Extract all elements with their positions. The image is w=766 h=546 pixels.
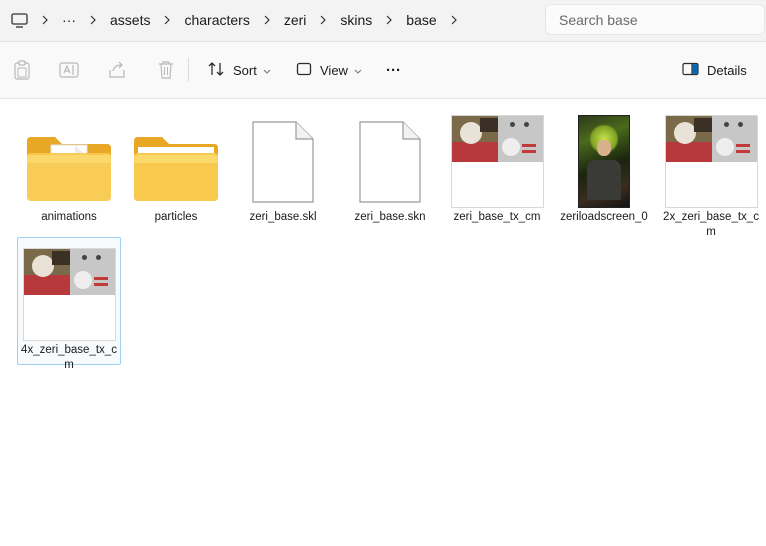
chevron-right-icon[interactable] <box>378 5 400 35</box>
breadcrumb-item-zeri[interactable]: zeri <box>278 5 313 35</box>
texture-thumbnail <box>451 116 543 207</box>
item-label: 2x_zeri_base_tx_cm <box>663 211 759 238</box>
details-button[interactable]: Details <box>682 57 747 83</box>
chevron-down-icon <box>263 63 271 78</box>
folder-icon <box>134 137 218 201</box>
sort-button[interactable]: Sort <box>207 57 271 83</box>
item-label: particles <box>154 211 198 223</box>
view-button[interactable]: View <box>296 57 362 83</box>
file-item-zeri-base-skl[interactable]: zeri_base.skl <box>231 104 335 232</box>
texture-thumbnail <box>665 116 757 207</box>
chevron-down-icon <box>354 63 362 78</box>
breadcrumb-item-assets[interactable]: assets <box>104 5 156 35</box>
blank-file-icon <box>252 121 314 203</box>
item-label: zeri_base_tx_cm <box>453 211 541 223</box>
paste-icon[interactable] <box>11 59 33 81</box>
delete-icon[interactable] <box>155 59 177 81</box>
sort-icon <box>207 61 225 80</box>
breadcrumb: ··· assets characters zeri skins base <box>4 5 534 35</box>
file-grid: animations particles zeri_base.skl zeri_… <box>0 99 766 546</box>
chevron-right-icon[interactable] <box>34 5 56 35</box>
chevron-right-icon[interactable] <box>82 5 104 35</box>
image-item-4x-zeri-base-tx-cm[interactable]: 4x_zeri_base_tx_cm <box>17 237 121 371</box>
sort-label: Sort <box>233 62 257 78</box>
breadcrumb-item-characters[interactable]: characters <box>178 5 255 35</box>
chevron-right-icon[interactable] <box>156 5 178 35</box>
loadscreen-thumbnail <box>579 116 629 207</box>
folder-icon <box>27 137 111 201</box>
file-item-zeri-base-skn[interactable]: zeri_base.skn <box>338 104 442 232</box>
breadcrumb-item-skins[interactable]: skins <box>334 5 378 35</box>
toolbar-separator <box>188 58 189 82</box>
search-input[interactable] <box>545 4 765 35</box>
computer-icon[interactable] <box>4 5 34 35</box>
image-item-zeri-base-tx-cm[interactable]: zeri_base_tx_cm <box>445 104 549 232</box>
blank-file-icon <box>359 121 421 203</box>
command-bar: Sort View ··· Details <box>0 42 766 99</box>
folder-item-animations[interactable]: animations <box>17 104 121 232</box>
address-bar: ··· assets characters zeri skins base <box>0 0 766 42</box>
more-options-label: ··· <box>386 61 401 79</box>
image-item-zeriloadscreen-0[interactable]: zeriloadscreen_0 <box>552 104 656 232</box>
share-icon[interactable] <box>106 59 128 81</box>
image-item-2x-zeri-base-tx-cm[interactable]: 2x_zeri_base_tx_cm <box>659 104 763 238</box>
details-pane-icon <box>682 62 699 79</box>
breadcrumb-overflow[interactable]: ··· <box>56 5 82 35</box>
rename-icon[interactable] <box>58 59 80 81</box>
item-label: zeri_base.skn <box>354 211 426 223</box>
item-label: animations <box>41 211 97 223</box>
breadcrumb-item-base[interactable]: base <box>400 5 442 35</box>
chevron-right-icon[interactable] <box>443 5 465 35</box>
chevron-right-icon[interactable] <box>312 5 334 35</box>
chevron-right-icon[interactable] <box>256 5 278 35</box>
item-label: zeriloadscreen_0 <box>560 211 648 223</box>
texture-thumbnail <box>23 249 115 340</box>
folder-item-particles[interactable]: particles <box>124 104 228 232</box>
item-label: zeri_base.skl <box>249 211 317 223</box>
details-label: Details <box>707 62 747 78</box>
more-options-button[interactable]: ··· <box>386 57 401 83</box>
item-label: 4x_zeri_base_tx_cm <box>21 344 117 371</box>
view-icon <box>296 62 312 79</box>
view-label: View <box>320 62 348 78</box>
